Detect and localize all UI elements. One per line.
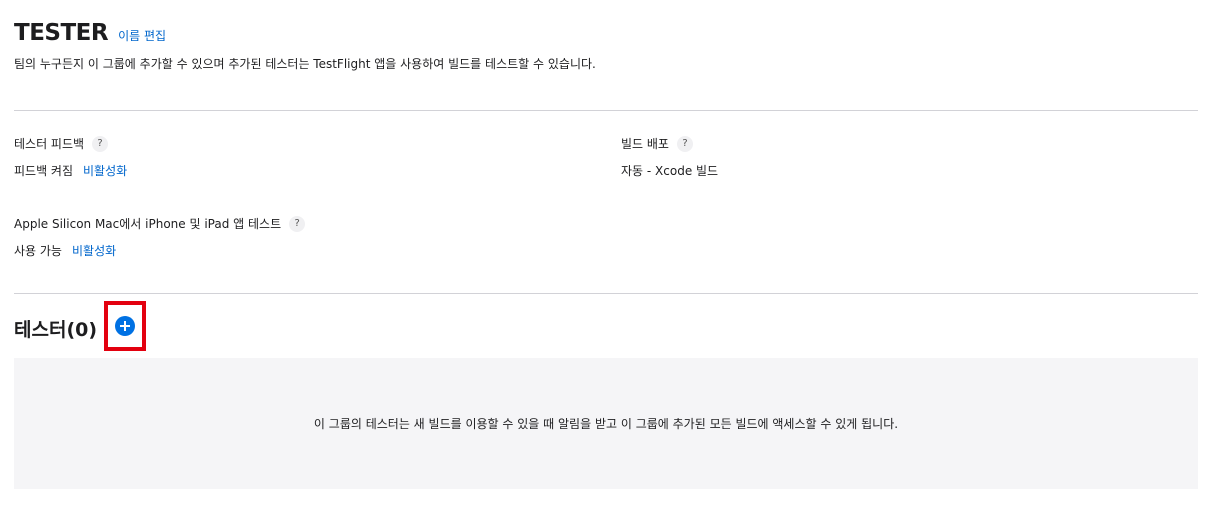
group-title: TESTER: [14, 20, 109, 46]
feedback-status: 피드백 켜짐: [14, 164, 74, 178]
testers-empty-panel: 이 그룹의 테스터는 새 빌드를 이용할 수 있을 때 알림을 받고 이 그룹에…: [14, 358, 1198, 489]
plus-icon: [120, 321, 130, 331]
feedback-section: 테스터 피드백 ? 피드백 켜짐 비활성화: [14, 135, 127, 179]
group-description: 팀의 누구든지 이 그룹에 추가할 수 있으며 추가된 테스터는 TestFli…: [14, 57, 596, 71]
apple-silicon-disable-link[interactable]: 비활성화: [72, 242, 116, 259]
testers-empty-message: 이 그룹의 테스터는 새 빌드를 이용할 수 있을 때 알림을 받고 이 그룹에…: [313, 417, 899, 431]
divider: [14, 110, 1198, 111]
build-distribution-value: 자동 - Xcode 빌드: [621, 164, 719, 178]
build-distribution-help-icon[interactable]: ?: [676, 135, 693, 152]
page: TESTER 이름 편집 팀의 누구든지 이 그룹에 추가할 수 있으며 추가된…: [0, 0, 1226, 514]
feedback-label: 테스터 피드백: [14, 137, 85, 151]
build-distribution-section: 빌드 배포 ? 자동 - Xcode 빌드: [621, 135, 718, 179]
edit-name-link[interactable]: 이름 편집: [118, 27, 166, 44]
apple-silicon-help-icon[interactable]: ?: [289, 215, 306, 232]
build-distribution-label: 빌드 배포: [621, 137, 669, 151]
feedback-help-icon[interactable]: ?: [92, 135, 109, 152]
apple-silicon-label: Apple Silicon Mac에서 iPhone 및 iPad 앱 테스트: [14, 217, 282, 231]
add-tester-highlight: [104, 301, 146, 351]
add-tester-button[interactable]: [115, 316, 135, 336]
apple-silicon-status: 사용 가능: [14, 244, 62, 258]
divider: [14, 293, 1198, 294]
feedback-disable-link[interactable]: 비활성화: [83, 162, 127, 179]
apple-silicon-section: Apple Silicon Mac에서 iPhone 및 iPad 앱 테스트 …: [14, 215, 306, 259]
testers-header: 테스터(0): [14, 301, 146, 351]
group-header: TESTER 이름 편집: [14, 20, 166, 46]
testers-title: 테스터(0): [14, 319, 98, 341]
